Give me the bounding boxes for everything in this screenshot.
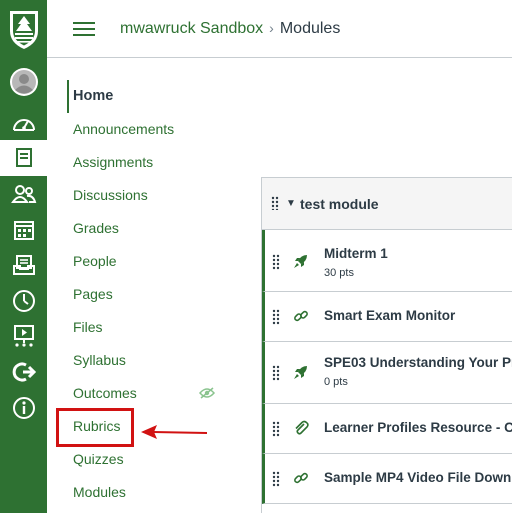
page-header: mwawruck Sandbox › Modules <box>47 0 512 58</box>
drag-handle-icon[interactable] <box>272 421 280 437</box>
module-container: ▼ test module Midterm 1 30 pts Smart Exa… <box>261 177 512 513</box>
link-icon <box>294 472 308 484</box>
global-nav <box>0 0 47 513</box>
course-nav-home[interactable]: Home <box>67 80 217 113</box>
dashboard-nav-item[interactable] <box>0 105 47 141</box>
link-icon <box>294 310 308 322</box>
university-shield-icon[interactable] <box>0 0 47 58</box>
drag-handle-icon[interactable] <box>271 196 279 210</box>
course-nav-modules[interactable]: Modules <box>67 476 217 509</box>
module-item[interactable]: Learner Profiles Resource - Cre <box>262 404 512 454</box>
info-icon <box>12 397 35 419</box>
groups-icon <box>10 185 36 203</box>
breadcrumb-course-link[interactable]: mwawruck Sandbox <box>120 20 263 37</box>
module-item-title[interactable]: Learner Profiles Resource - Cre <box>324 419 512 437</box>
drag-handle-icon[interactable] <box>272 365 280 381</box>
hamburger-menu-icon[interactable] <box>73 20 95 38</box>
drag-handle-icon[interactable] <box>272 309 280 325</box>
module-item[interactable]: SPE03 Understanding Your Pro 0 pts <box>262 342 512 404</box>
clock-icon <box>12 290 35 312</box>
module-header[interactable]: ▼ test module <box>262 178 512 230</box>
module-item-title[interactable]: Midterm 1 <box>324 245 388 263</box>
breadcrumb-current: Modules <box>279 20 341 37</box>
breadcrumb-separator: › <box>269 20 274 36</box>
course-nav-assignments[interactable]: Assignments <box>67 146 217 179</box>
rocket-quiz-icon <box>294 255 307 268</box>
annotation-arrow-icon <box>141 425 208 439</box>
course-nav-people[interactable]: People <box>67 245 217 278</box>
course-nav-quizzes[interactable]: Quizzes <box>67 443 217 476</box>
module-item[interactable]: Sample MP4 Video File Down <box>262 454 512 504</box>
rubrics-highlight-box <box>56 408 134 447</box>
drag-handle-icon[interactable] <box>272 471 280 487</box>
commons-nav-item[interactable] <box>0 354 47 390</box>
inbox-nav-item[interactable] <box>0 247 47 283</box>
course-nav-outcomes[interactable]: Outcomes <box>67 377 217 410</box>
course-nav-announcements[interactable]: Announcements <box>67 113 217 146</box>
drag-handle-icon[interactable] <box>272 254 280 270</box>
history-nav-item[interactable] <box>0 283 47 319</box>
module-item[interactable]: Smart Exam Monitor <box>262 292 512 342</box>
calendar-nav-item[interactable] <box>0 212 47 248</box>
module-item[interactable]: Midterm 1 30 pts <box>262 230 512 292</box>
module-title: test module <box>300 196 379 212</box>
module-item-title[interactable]: Smart Exam Monitor <box>324 307 455 325</box>
help-nav-item[interactable] <box>0 390 47 426</box>
module-item-points: 30 pts <box>324 267 354 279</box>
avatar-icon <box>9 68 38 96</box>
courses-nav-item[interactable] <box>0 140 47 176</box>
course-nav-discussions[interactable]: Discussions <box>67 179 217 212</box>
inbox-icon <box>12 255 35 275</box>
book-icon <box>15 148 32 167</box>
dashboard-gauge-icon <box>12 119 35 131</box>
course-nav-syllabus[interactable]: Syllabus <box>67 344 217 377</box>
studio-nav-item[interactable] <box>0 318 47 354</box>
commons-arrow-icon <box>12 362 36 382</box>
groups-nav-item[interactable] <box>0 176 47 212</box>
account-avatar[interactable] <box>0 64 47 100</box>
collapse-caret-icon[interactable]: ▼ <box>286 195 296 213</box>
course-nav-files[interactable]: Files <box>67 311 217 344</box>
studio-icon <box>13 325 34 347</box>
calendar-icon <box>13 221 34 240</box>
module-item-points: 0 pts <box>324 376 348 388</box>
module-item-title[interactable]: SPE03 Understanding Your Pro <box>324 354 512 372</box>
eye-icon[interactable] <box>199 387 215 399</box>
course-nav-pages[interactable]: Pages <box>67 278 217 311</box>
paperclip-icon <box>295 420 309 435</box>
course-nav-grades[interactable]: Grades <box>67 212 217 245</box>
module-item-title[interactable]: Sample MP4 Video File Down <box>324 469 511 487</box>
rocket-quiz-icon <box>294 366 307 379</box>
breadcrumb: mwawruck Sandbox › Modules <box>120 17 340 40</box>
